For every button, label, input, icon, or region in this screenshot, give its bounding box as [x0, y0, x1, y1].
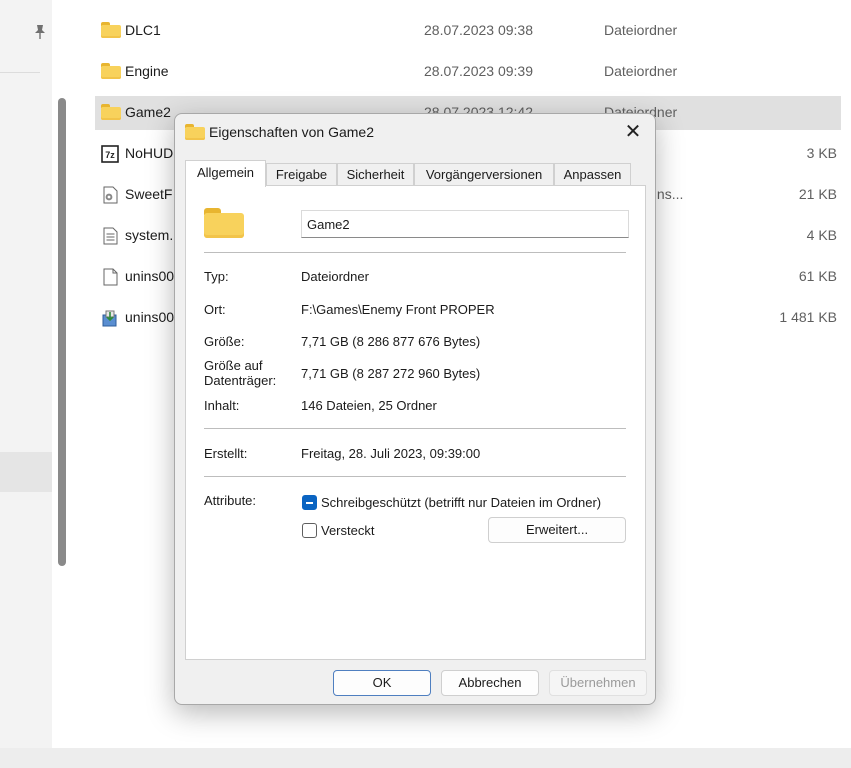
tab-previous-versions[interactable]: Vorgängerversionen	[414, 163, 554, 186]
status-bar	[0, 748, 851, 768]
location-value: F:\Games\Enemy Front PROPER	[301, 302, 495, 317]
file-row[interactable]: Engine 28.07.2023 09:39 Dateiordner	[95, 55, 841, 89]
nav-divider	[0, 72, 40, 73]
tab-general[interactable]: Allgemein	[185, 160, 266, 187]
size-label: Größe:	[204, 334, 245, 349]
separator	[204, 428, 626, 429]
file-name: Engine	[125, 63, 169, 79]
folder-icon	[101, 22, 121, 40]
config-file-icon	[103, 186, 118, 204]
nav-scrollbar-thumb[interactable]	[58, 98, 66, 566]
disk-size-label: Größe auf Datenträger:	[204, 358, 276, 388]
folder-icon	[204, 208, 244, 238]
tab-security[interactable]: Sicherheit	[337, 163, 414, 186]
location-label: Ort:	[204, 302, 226, 317]
nav-selected-item[interactable]	[0, 452, 52, 492]
tab-strip: Allgemein Freigabe Sicherheit Vorgängerv…	[185, 160, 655, 187]
close-icon: ✕	[624, 121, 642, 143]
size-value: 7,71 GB (8 286 877 676 Bytes)	[301, 334, 481, 349]
created-label: Erstellt:	[204, 446, 248, 461]
file-size: 3 KB	[806, 145, 837, 161]
general-panel: Typ: Dateiordner Ort: F:\Games\Enemy Fro…	[185, 185, 646, 660]
file-size: 21 KB	[798, 186, 837, 202]
apply-button[interactable]: Übernehmen	[549, 670, 647, 696]
folder-name-input[interactable]	[301, 210, 629, 238]
type-label: Typ:	[204, 269, 229, 284]
pin-icon[interactable]	[33, 24, 47, 40]
tab-customize[interactable]: Anpassen	[554, 163, 631, 186]
dialog-title: Eigenschaften von Game2	[209, 124, 374, 140]
disk-size-value: 7,71 GB (8 287 272 960 Bytes)	[301, 366, 481, 381]
hidden-checkbox[interactable]	[302, 523, 317, 538]
disk-size-label-line2: Datenträger:	[204, 373, 277, 388]
contents-label: Inhalt:	[204, 398, 240, 413]
navigation-pane	[0, 0, 52, 768]
disk-size-label-line1: Größe auf	[204, 358, 263, 373]
file-size: 61 KB	[798, 268, 837, 284]
svg-text:7z: 7z	[105, 150, 115, 160]
cancel-button[interactable]: Abbrechen	[441, 670, 539, 696]
file-name: unins00	[125, 309, 175, 325]
file-row[interactable]: DLC1 28.07.2023 09:38 Dateiordner	[95, 14, 841, 48]
hidden-label[interactable]: Versteckt	[321, 523, 374, 538]
separator	[204, 252, 626, 253]
file-size: 4 KB	[806, 227, 837, 243]
file-type: Dateiordner	[604, 63, 678, 79]
separator	[204, 476, 626, 477]
7zip-icon: 7z	[101, 145, 119, 163]
file-type: Dateiordner	[604, 22, 678, 38]
type-value: Dateiordner	[301, 269, 369, 284]
file-name: system.	[125, 227, 174, 243]
file-size: 1 481 KB	[779, 309, 837, 325]
file-name: SweetF	[125, 186, 173, 202]
file-name: DLC1	[125, 22, 161, 38]
file-name: unins00	[125, 268, 175, 284]
folder-icon	[185, 124, 205, 140]
file-date: 28.07.2023 09:39	[424, 63, 533, 79]
tab-sharing[interactable]: Freigabe	[266, 163, 337, 186]
close-button[interactable]: ✕	[621, 122, 645, 144]
readonly-checkbox[interactable]	[302, 495, 317, 510]
readonly-label[interactable]: Schreibgeschützt (betrifft nur Dateien i…	[321, 495, 601, 510]
blank-file-icon	[103, 268, 118, 286]
advanced-button[interactable]: Erweitert...	[488, 517, 626, 543]
folder-icon	[101, 63, 121, 81]
folder-icon	[101, 104, 121, 122]
attributes-label: Attribute:	[204, 493, 257, 508]
file-name: Game2	[125, 104, 171, 120]
file-date: 28.07.2023 09:38	[424, 22, 533, 38]
file-name: NoHUD	[125, 145, 174, 161]
ok-button[interactable]: OK	[333, 670, 431, 696]
properties-dialog: Eigenschaften von Game2 ✕ Allgemein Frei…	[174, 113, 656, 705]
text-file-icon	[103, 227, 118, 245]
created-value: Freitag, 28. Juli 2023, 09:39:00	[301, 446, 481, 461]
contents-value: 146 Dateien, 25 Ordner	[301, 398, 437, 413]
installer-icon	[102, 310, 117, 327]
